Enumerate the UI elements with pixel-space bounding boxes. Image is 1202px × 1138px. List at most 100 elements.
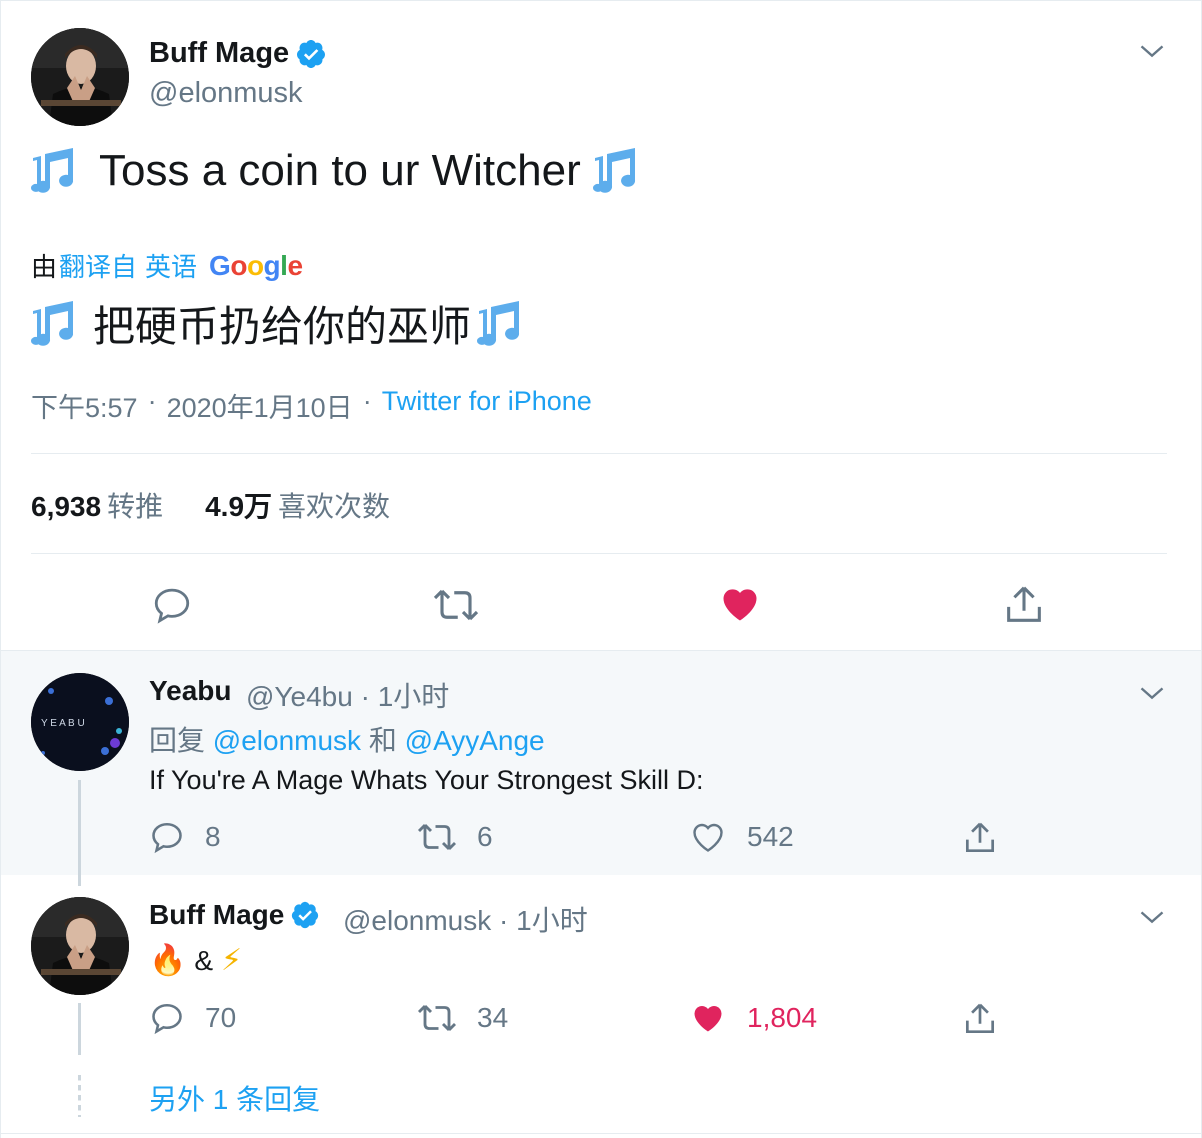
reply-button[interactable]: 70: [149, 1000, 236, 1036]
share-button[interactable]: [1001, 582, 1047, 628]
share-icon: [965, 822, 995, 853]
reply-tweet[interactable]: Buff Mage @elonmusk · 1小时 🔥 & ⚡ 70 34 1,…: [1, 875, 1201, 1065]
author-handle[interactable]: @elonmusk: [149, 77, 303, 110]
share-icon: [965, 1003, 995, 1034]
author-name[interactable]: Yeabu: [149, 675, 231, 707]
translated-text-content: 把硬币扔给你的巫师: [93, 303, 472, 350]
author-name[interactable]: Buff Mage: [149, 899, 320, 931]
author-meta: @Ye4bu · 1小时: [246, 675, 449, 715]
retweets-count: 6,938: [31, 491, 102, 522]
thread-dots: [78, 1075, 81, 1117]
reply-count: 8: [205, 821, 221, 852]
verified-icon: [297, 39, 326, 68]
reply-text-middle: &: [194, 944, 214, 976]
likes-count: 4.9万: [205, 491, 273, 522]
show-more-replies-link[interactable]: 另外 1 条回复: [149, 1078, 320, 1118]
avatar-text: Y E A B U: [41, 718, 85, 729]
avatar[interactable]: [31, 28, 129, 126]
music-note-icon: [592, 148, 635, 193]
retweet-icon: [417, 823, 457, 851]
reply-time[interactable]: 1小时: [378, 681, 450, 712]
separator: ·: [499, 905, 509, 936]
thread-line: [78, 780, 81, 886]
music-note-icon: [31, 300, 74, 346]
retweet-icon: [417, 1004, 457, 1032]
tweet-source[interactable]: Twitter for iPhone: [382, 386, 592, 425]
translation-language: 英语: [145, 252, 198, 282]
translated-text: 把硬币扔给你的巫师: [31, 293, 533, 354]
main-tweet: Buff Mage @elonmusk Toss a coin to ur Wi…: [1, 0, 1201, 650]
like-icon: [723, 589, 757, 621]
caret-down-icon[interactable]: [1138, 679, 1166, 707]
thread-line: [78, 1003, 81, 1055]
lightning-emoji: ⚡: [221, 944, 243, 977]
tweet-date[interactable]: 2020年1月10日: [167, 386, 353, 425]
retweet-button[interactable]: [433, 584, 479, 626]
share-icon: [1007, 586, 1041, 622]
author-name-text[interactable]: Buff Mage: [149, 37, 289, 70]
like-count: 542: [747, 821, 794, 852]
separator: ·: [362, 386, 372, 416]
caret-down-icon[interactable]: [1138, 903, 1166, 931]
mention-link[interactable]: @AyyAnge: [405, 725, 545, 756]
reply-text: If You're A Mage Whats Your Strongest Sk…: [149, 765, 704, 795]
reply-time[interactable]: 1小时: [516, 905, 588, 936]
like-icon: [694, 1006, 722, 1032]
divider: [31, 553, 1167, 554]
like-count: 1,804: [747, 1002, 818, 1033]
reply-button[interactable]: [151, 584, 193, 626]
share-button[interactable]: [961, 819, 999, 857]
author-handle[interactable]: @Ye4bu: [246, 681, 353, 712]
reply-prefix: 回复: [149, 725, 206, 756]
tweet-text: Toss a coin to ur Witcher: [31, 146, 649, 196]
retweets-label: 转推: [107, 491, 164, 522]
tweet-text-content: Toss a coin to ur Witcher: [99, 146, 581, 195]
author-name[interactable]: Buff Mage: [149, 37, 327, 70]
separator: ·: [360, 681, 370, 712]
reply-count: 70: [205, 1002, 237, 1033]
replying-to: 回复 @elonmusk 和 @AyyAnge: [149, 719, 545, 759]
author-handle[interactable]: @elonmusk: [343, 905, 491, 936]
retweet-count: 34: [477, 1002, 509, 1033]
reply-icon: [152, 1003, 182, 1035]
reply-icon: [152, 822, 182, 854]
retweet-icon: [433, 589, 479, 621]
retweet-count: 6: [477, 821, 493, 852]
likes-label: 喜欢次数: [278, 491, 391, 522]
like-icon: [693, 823, 723, 852]
reply-button[interactable]: 8: [149, 819, 221, 855]
like-button[interactable]: [717, 582, 763, 626]
translation-prefix: 由: [31, 252, 58, 282]
divider: [1, 1133, 1201, 1134]
share-button[interactable]: [961, 1000, 999, 1038]
reply-tweet[interactable]: Y E A B U Yeabu @Ye4bu · 1小时 回复 @elonmus…: [1, 650, 1201, 875]
mention-link[interactable]: @elonmusk: [213, 725, 361, 756]
separator: ·: [147, 386, 157, 416]
tweet-time[interactable]: 下午5:57: [31, 386, 138, 425]
caret-down-icon[interactable]: [1138, 37, 1166, 65]
tweet-stats: 6,938 转推 4.9万 喜欢次数: [31, 485, 390, 525]
verified-icon: [292, 901, 319, 929]
music-note-icon: [31, 148, 74, 193]
fire-emoji: 🔥: [149, 944, 187, 977]
like-button[interactable]: 542: [689, 819, 794, 855]
google-logo: Google: [209, 249, 303, 281]
divider: [31, 453, 1167, 454]
reply-conjunction: 和: [368, 725, 397, 756]
tweet-thread: Buff Mage @elonmusk Toss a coin to ur Wi…: [0, 0, 1202, 1138]
reply-text: 🔥 & ⚡: [149, 943, 242, 978]
author-meta: @elonmusk · 1小时: [343, 899, 588, 939]
avatar[interactable]: [31, 897, 129, 995]
tweet-meta: 下午5:57 · 2020年1月10日 · Twitter for iPhone: [31, 386, 592, 425]
author-name-text[interactable]: Buff Mage: [149, 899, 284, 931]
like-button[interactable]: 1,804: [689, 1000, 817, 1036]
likes-stat[interactable]: 4.9万 喜欢次数: [205, 485, 390, 525]
reply-icon: [154, 588, 190, 624]
music-note-icon: [477, 300, 520, 346]
retweets-stat[interactable]: 6,938 转推: [31, 485, 163, 525]
translation-attribution: 由 翻译自 英语 Google: [31, 247, 303, 284]
avatar[interactable]: Y E A B U: [31, 673, 129, 771]
retweet-button[interactable]: 6: [417, 819, 493, 855]
retweet-button[interactable]: 34: [417, 1000, 508, 1036]
translate-link[interactable]: 翻译自: [59, 247, 137, 284]
